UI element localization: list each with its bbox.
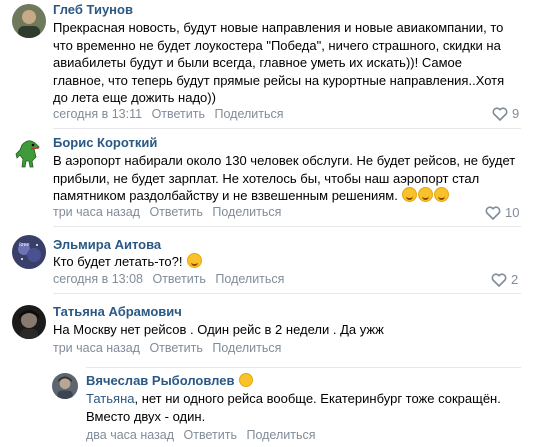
comment-author[interactable]: Татьяна Абрамович [53,304,182,319]
comment-meta: два часа назад Ответить Поделиться [86,428,316,442]
comment-time[interactable]: три часа назад [53,205,140,219]
comment-author[interactable]: Эльмира Аитова [53,237,161,252]
comment-time[interactable]: два часа назад [86,428,174,442]
like-button[interactable]: 9 [492,106,519,121]
avatar[interactable] [12,305,46,339]
comment-text-line: авиабилеты будут и были всегда, главное … [53,55,462,70]
reply-link[interactable]: Ответить [184,428,237,442]
reply-link[interactable]: Ответить [152,272,205,286]
like-count: 10 [505,205,520,220]
reply-to-link[interactable]: Татьяна [86,391,134,406]
share-link[interactable]: Поделиться [212,341,281,355]
laughing-emoji-icon [418,187,434,202]
comment-meta: три часа назад Ответить Поделиться [53,205,281,219]
comment-author[interactable]: Глеб Тиунов [53,2,133,17]
svg-text:love: love [19,242,29,248]
comment-meta: три часа назад Ответить Поделиться [53,341,281,355]
comment-text-fragment: памятником раздолбайству и не взвешенным… [53,188,398,203]
reply-link[interactable]: Ответить [152,107,205,121]
laughing-emoji-icon [434,187,450,202]
laughing-emoji-icon [402,187,418,202]
comment-text-fragment: Кто будет летать-то?! [53,254,183,269]
comment-text-line: Вместо двух - один. [86,408,206,424]
comment-text-line: Прекрасная новость, будут новые направле… [53,20,504,35]
share-link[interactable]: Поделиться [212,205,281,219]
like-count: 2 [511,272,519,287]
comment-meta: сегодня в 13:11 Ответить Поделиться [53,107,284,121]
emoji-icon [239,373,254,387]
comment-author[interactable]: Борис Короткий [53,135,157,150]
comment-time[interactable]: три часа назад [53,341,140,355]
comment-meta: сегодня в 13:08 Ответить Поделиться [53,272,284,286]
comment-time[interactable]: сегодня в 13:08 [53,272,143,286]
comment-text-line: На Москву нет рейсов . Один рейс в 2 нед… [53,322,384,337]
share-link[interactable]: Поделиться [246,428,315,442]
share-link[interactable]: Поделиться [214,107,283,121]
divider [53,128,521,129]
comment-text-line: главное, что теперь будут прямые рейсы н… [53,72,505,88]
reply-author-name: Вячеслав Рыболовлев [86,373,235,388]
share-link[interactable]: Поделиться [215,272,284,286]
like-count: 9 [512,106,520,121]
comment-author[interactable]: Вячеслав Рыболовлев [86,373,254,388]
heart-icon [485,205,501,220]
heart-icon [491,272,507,287]
comment-text-line: прибыли, не будет зарплат. Не хотелось б… [53,170,480,186]
reply-link[interactable]: Ответить [149,341,202,355]
avatar[interactable] [52,373,78,399]
like-button[interactable]: 2 [491,272,518,287]
comment-text-line: В аэропорт набирали около 130 человек об… [53,153,516,168]
thinking-emoji-icon [187,253,203,268]
avatar[interactable] [12,135,46,169]
comment-text-fragment: , нет ни одного рейса вообще. Екатеринбу… [134,391,501,406]
reply-link[interactable]: Ответить [149,205,202,219]
comment-text-line: Кто будет летать-то?! [53,253,203,271]
comment: Татьяна Абрамович На Москву нет рейсов .… [0,297,533,367]
comment-text-line: Татьяна, нет ни одного рейса вообще. Ека… [86,390,501,408]
heart-icon [492,106,508,121]
comment-text-line: что временно не будет лоукостера "Победа… [53,37,501,53]
comment: Глеб Тиунов Прекрасная новость, будут но… [0,0,533,130]
divider [86,367,521,368]
like-button[interactable]: 10 [485,205,519,220]
avatar[interactable] [12,4,46,38]
comment-text-line: памятником раздолбайству и не взвешенным… [53,187,450,205]
avatar[interactable]: love [12,235,46,269]
comment: love Эльмира Аитова Кто будет летать-то?… [0,227,533,294]
comment-time[interactable]: сегодня в 13:11 [53,107,142,121]
comment-text-line: до лета еще дожить надо)) [53,90,216,105]
divider [53,293,521,294]
comment: Борис Короткий В аэропорт набирали около… [0,130,533,227]
reply-comment: Вячеслав Рыболовлев Татьяна, нет ни одно… [0,367,533,447]
